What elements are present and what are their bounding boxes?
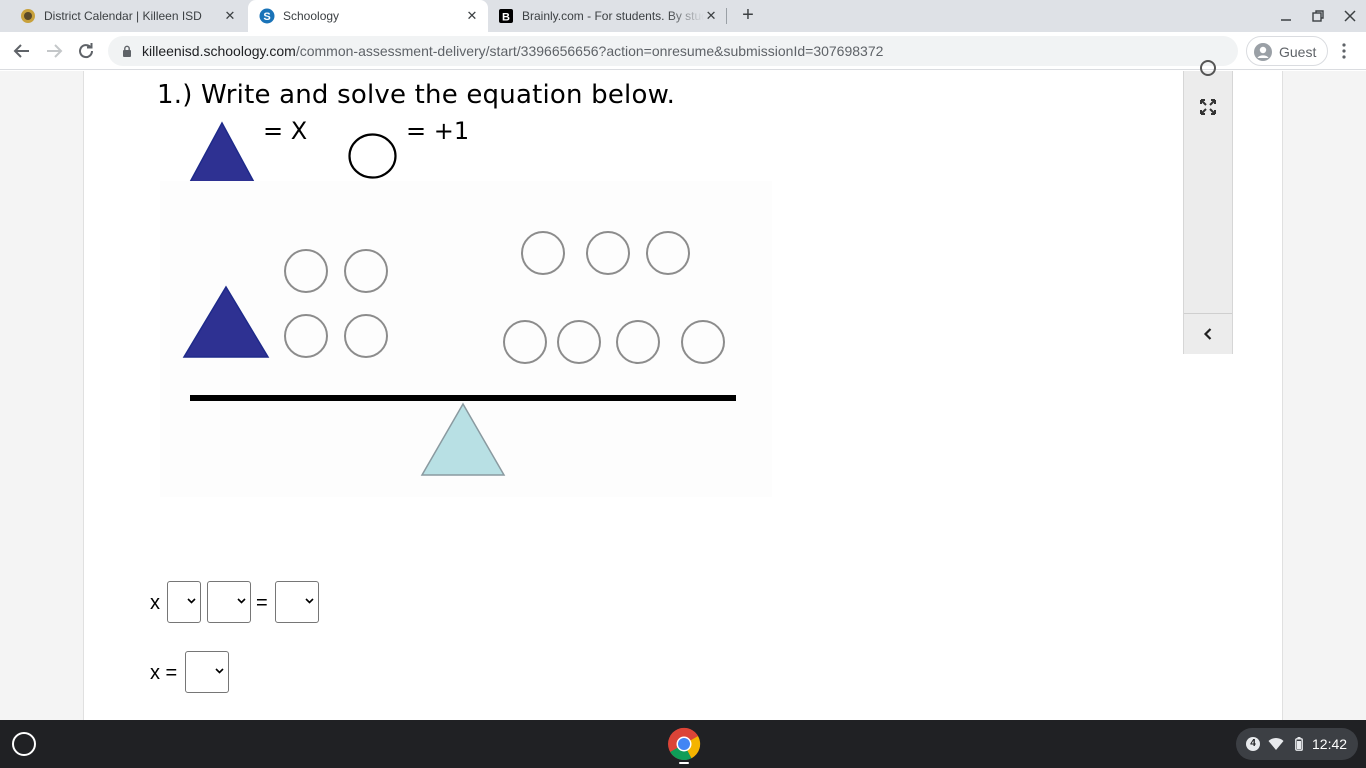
tool-button-icon[interactable] [1199, 59, 1217, 77]
left-circle [284, 249, 328, 293]
left-circle [344, 249, 388, 293]
browser-toolbar: killeenisd.schoology.com/common-assessme… [0, 32, 1366, 70]
brainly-favicon-icon: B [499, 9, 513, 24]
wifi-icon [1268, 738, 1284, 750]
row2-label: x = [150, 662, 178, 684]
page-content: 1.) Write and solve the equation below. … [0, 60, 1366, 720]
running-app-indicator [679, 762, 689, 764]
close-tab-icon[interactable]: ✕ [704, 8, 718, 24]
url-host: killeenisd.schoology.com [142, 43, 296, 59]
right-circle [503, 320, 547, 364]
left-circle [344, 314, 388, 358]
scale-fulcrum [420, 402, 506, 476]
tab-brainly[interactable]: B Brainly.com - For students. By student… [490, 0, 726, 32]
svg-text:B: B [502, 12, 510, 24]
row1-equals-label: = [256, 592, 268, 614]
chevron-down-icon [215, 668, 224, 674]
chevron-down-icon [305, 598, 314, 604]
solution-select[interactable] [185, 651, 229, 693]
new-tab-button[interactable]: + [737, 5, 759, 27]
question-title: 1.) Write and solve the equation below. [157, 80, 676, 110]
close-tab-icon[interactable]: ✕ [222, 8, 238, 24]
battery-icon [1295, 737, 1303, 751]
chromeos-shelf: 4 12:42 [0, 720, 1366, 768]
right-side-select[interactable] [275, 581, 319, 623]
close-window-icon[interactable] [1342, 8, 1358, 24]
chrome-menu-icon[interactable] [1336, 40, 1352, 62]
tab-title: Brainly.com - For students. By students. [522, 9, 704, 23]
right-circle [681, 320, 725, 364]
right-circle [521, 231, 565, 275]
profile-label: Guest [1279, 44, 1317, 60]
fullscreen-icon[interactable] [1199, 98, 1217, 116]
balance-scale-drawing [182, 231, 736, 476]
scale-beam [190, 395, 736, 401]
right-circle [557, 320, 601, 364]
left-circle [284, 314, 328, 358]
row1-variable-label: x [150, 592, 160, 614]
tab-strip: District Calendar | Killeen ISD ✕ S Scho… [0, 0, 1366, 32]
tab-title: District Calendar | Killeen ISD [44, 9, 202, 23]
operator-select[interactable] [167, 581, 201, 623]
notification-count-badge: 4 [1246, 737, 1260, 751]
chrome-app-icon[interactable] [667, 727, 701, 761]
launcher-button[interactable] [12, 732, 36, 756]
assessment-page: 1.) Write and solve the equation below. … [83, 60, 1283, 720]
chevron-down-icon [237, 598, 246, 604]
balance-scale-image [160, 181, 772, 497]
tab-schoology[interactable]: S Schoology ✕ [248, 0, 488, 32]
circle-legend-shape [348, 133, 397, 179]
tab-district-calendar[interactable]: District Calendar | Killeen ISD ✕ [0, 0, 246, 32]
constant-select[interactable] [207, 581, 251, 623]
url-text: killeenisd.schoology.com/common-assessme… [142, 43, 883, 59]
schoology-favicon-icon: S [259, 8, 275, 24]
chevron-down-icon [187, 598, 196, 604]
lock-icon[interactable] [122, 45, 132, 57]
right-circle [616, 320, 660, 364]
address-bar[interactable]: killeenisd.schoology.com/common-assessme… [108, 36, 1238, 66]
restore-icon[interactable] [1310, 8, 1326, 24]
circle-legend-label: = +1 [406, 117, 470, 145]
forward-arrow-icon[interactable] [42, 39, 66, 63]
right-circle [646, 231, 690, 275]
left-triangle-x [182, 285, 270, 358]
tab-separator [726, 8, 727, 24]
back-arrow-icon[interactable] [10, 39, 34, 63]
profile-button[interactable]: Guest [1246, 36, 1328, 66]
reload-icon[interactable] [74, 39, 98, 63]
tab-title: Schoology [283, 9, 340, 23]
right-circle [586, 231, 630, 275]
profile-avatar-icon [1254, 43, 1272, 61]
svg-text:S: S [263, 11, 270, 23]
triangle-legend-label: = X [263, 117, 308, 145]
panel-divider [1184, 313, 1232, 314]
minimize-icon[interactable] [1278, 8, 1294, 24]
status-tray[interactable]: 4 12:42 [1236, 728, 1358, 760]
collapse-panel-chevron-icon[interactable] [1203, 327, 1213, 341]
assessment-tool-panel [1183, 60, 1233, 354]
clock-time: 12:42 [1312, 736, 1348, 752]
close-tab-icon[interactable]: ✕ [464, 8, 480, 24]
url-path: /common-assessment-delivery/start/339665… [295, 43, 884, 59]
killeen-isd-favicon-icon [21, 9, 35, 23]
